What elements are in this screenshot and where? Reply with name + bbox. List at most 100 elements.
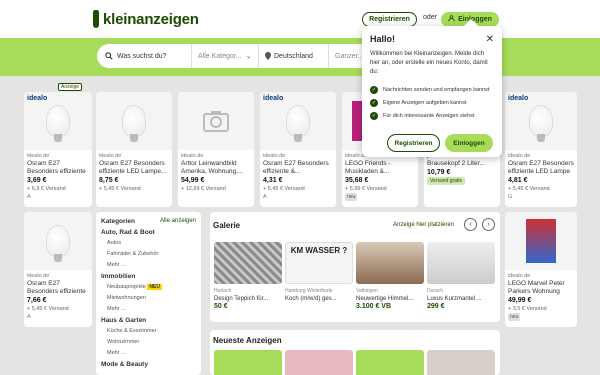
product-card[interactable]: idealo.de Arttor Leinwandbild Amerika, W… bbox=[178, 92, 254, 207]
popup-register-button[interactable]: Registrieren bbox=[387, 134, 440, 152]
idealo-logo: idealo bbox=[27, 95, 48, 102]
product-title: LEGO Marvel Peter Parkers Wohnung (76317… bbox=[508, 280, 565, 295]
category-item[interactable]: Mietwohnungen bbox=[101, 293, 196, 304]
product-image bbox=[178, 92, 254, 150]
category-item-label: Neubauprojekte bbox=[107, 284, 146, 290]
product-price: 35,68 € bbox=[345, 177, 369, 184]
product-title: Osram E27 Besonders effiziente LED Lampe… bbox=[508, 160, 574, 175]
product-price: 10,79 € bbox=[427, 169, 451, 176]
category-more[interactable]: Mehr ... bbox=[101, 304, 196, 315]
logo-text: kleinanzeigen bbox=[103, 10, 199, 28]
header: kleinanzeigen Registrieren oder Einlogge… bbox=[0, 0, 600, 38]
product-shipping: + 5,45 € Versand bbox=[508, 186, 550, 192]
category-group[interactable]: Immobilien bbox=[101, 271, 196, 282]
new-badge: neu bbox=[508, 313, 521, 321]
all-categories-link[interactable]: Alle anzeigen bbox=[160, 216, 196, 227]
product-image: idealo bbox=[24, 92, 92, 150]
product-card[interactable]: idealo.de LEGO Marvel Peter Parkers Wohn… bbox=[505, 212, 577, 327]
product-title: LEGO Friends - Musikladen &... bbox=[345, 160, 391, 175]
category-more[interactable]: Mehr ... bbox=[101, 348, 196, 359]
product-shipping: + 5,45 € Versand bbox=[263, 186, 305, 192]
category-select[interactable]: Alle Kategor... ⌄ bbox=[192, 44, 259, 68]
benefit-label: Für dich interessante Anzeigen siehst bbox=[383, 112, 475, 119]
gallery-item[interactable]: Hurlach Design Teppich für... 50 € bbox=[214, 242, 282, 311]
location-input[interactable]: Deutschland bbox=[259, 44, 329, 68]
product-price: 7,66 € bbox=[27, 297, 47, 304]
product-card[interactable]: plastia Gießkanne mit Brausekopf 2 Liter… bbox=[424, 150, 500, 207]
shipping-free-badge: Versand gratis bbox=[427, 177, 465, 185]
gallery-item-title: Koch (m/w/d) ges... bbox=[285, 296, 337, 302]
gallery-item[interactable]: Durach Luxus Kurzmantel ... 299 € bbox=[427, 242, 495, 311]
gallery-next-button[interactable]: › bbox=[482, 218, 495, 231]
newest-ad-image[interactable] bbox=[356, 350, 424, 375]
gallery-item[interactable]: KM WASSER ? Hamburg Winterhude Koch (m/w… bbox=[285, 242, 353, 303]
oder-text: oder bbox=[423, 14, 438, 21]
product-card[interactable]: idealo idealo.de Osram E27 Besonders eff… bbox=[24, 92, 92, 207]
newest-ad-image[interactable] bbox=[214, 350, 282, 375]
search-icon bbox=[105, 52, 113, 60]
product-price: 4,81 € bbox=[508, 177, 528, 184]
popup-login-button[interactable]: Einloggen bbox=[445, 134, 493, 152]
gallery-location: Hurlach bbox=[214, 288, 232, 294]
search-input[interactable]: Was suchst du? bbox=[97, 44, 192, 68]
category-item[interactable]: Neubauprojekte NEU bbox=[101, 282, 196, 293]
category-more[interactable]: Mehr ... bbox=[101, 260, 196, 271]
category-item[interactable]: Fahrräder & Zubehör bbox=[101, 249, 196, 260]
product-image bbox=[505, 212, 577, 270]
product-image: idealo bbox=[260, 92, 336, 150]
gallery-image-text: KM WASSER ? bbox=[290, 246, 348, 255]
close-icon[interactable]: ✕ bbox=[486, 34, 494, 45]
product-shipping: + 12,99 € Versand bbox=[181, 186, 226, 192]
gallery-section: Galerie Anzeige hier platzieren ‹ › Hurl… bbox=[210, 212, 500, 322]
category-item[interactable]: Küche & Esszimmer bbox=[101, 326, 196, 337]
categories-panel: Kategorien Alle anzeigen Auto, Rad & Boo… bbox=[96, 212, 201, 375]
newest-ad-image[interactable] bbox=[427, 350, 495, 375]
gallery-image bbox=[356, 242, 424, 284]
gallery-item[interactable]: Vaihingen Neuwertige Himmel... 3.100 € V… bbox=[356, 242, 424, 311]
energy-badge: A bbox=[27, 194, 31, 200]
energy-badge: A bbox=[27, 314, 31, 320]
product-title: Osram E27 Besonders effiziente LED Lampe… bbox=[27, 160, 86, 175]
register-button[interactable]: Registrieren bbox=[362, 12, 417, 27]
idealo-logo: idealo bbox=[508, 95, 529, 102]
gallery-place-ad-link[interactable]: Anzeige hier platzieren bbox=[393, 222, 454, 228]
product-price: 49,99 € bbox=[508, 297, 532, 304]
gallery-location: Durach bbox=[427, 288, 444, 294]
gallery-item-price: 3.100 € VB bbox=[356, 303, 392, 310]
product-card[interactable]: idealo.de Osram E27 Besonders effiziente… bbox=[96, 92, 172, 207]
gallery-location: Vaihingen bbox=[356, 288, 378, 294]
category-group[interactable]: Auto, Rad & Boot bbox=[101, 227, 196, 238]
product-source: idealo.de bbox=[181, 153, 204, 159]
product-shipping: + 6,9 € Versand bbox=[27, 186, 66, 192]
category-item[interactable]: Wohnzimmer bbox=[101, 337, 196, 348]
product-price: 54,99 € bbox=[181, 177, 205, 184]
product-price: 8,75 € bbox=[99, 177, 119, 184]
product-title: Arttor Leinwandbild Amerika, Wohnung,... bbox=[181, 160, 244, 175]
category-group[interactable]: Mode & Beauty bbox=[101, 359, 196, 370]
idealo-logo: idealo bbox=[263, 95, 284, 102]
product-image: idealo bbox=[505, 92, 577, 150]
gallery-image: KM WASSER ? bbox=[285, 242, 353, 284]
benefit-item: ✓ Für dich interessante Anzeigen siehst bbox=[370, 109, 494, 122]
product-image bbox=[96, 92, 172, 150]
newest-ad-image[interactable] bbox=[285, 350, 353, 375]
product-card[interactable]: idealo.de Osram E27 Besonders effiziente… bbox=[24, 212, 92, 327]
gallery-item-title: Design Teppich für... bbox=[214, 296, 269, 302]
logo-icon bbox=[93, 10, 99, 28]
product-shipping: + 5,99 € Versand bbox=[345, 186, 387, 192]
user-icon bbox=[448, 15, 455, 24]
category-group[interactable]: Haus & Garten bbox=[101, 315, 196, 326]
neu-badge: NEU bbox=[147, 284, 162, 290]
gallery-prev-button[interactable]: ‹ bbox=[464, 218, 477, 231]
product-shipping: + 3,5 € Versand bbox=[508, 306, 547, 312]
product-source: idealo.de bbox=[508, 153, 531, 159]
location-pin-icon bbox=[265, 52, 271, 60]
product-card[interactable]: idealo idealo.de Osram E27 Besonders eff… bbox=[505, 92, 577, 207]
newest-ads-section: Neueste Anzeigen bbox=[210, 330, 500, 375]
product-card[interactable]: idealo idealo.de Osram E27 Besonders eff… bbox=[260, 92, 336, 207]
product-source: idealo.de bbox=[27, 153, 50, 159]
category-item[interactable]: Autos bbox=[101, 238, 196, 249]
gallery-item-price: 299 € bbox=[427, 303, 445, 310]
logo[interactable]: kleinanzeigen bbox=[93, 9, 199, 29]
product-source: idealo.de bbox=[508, 273, 531, 279]
